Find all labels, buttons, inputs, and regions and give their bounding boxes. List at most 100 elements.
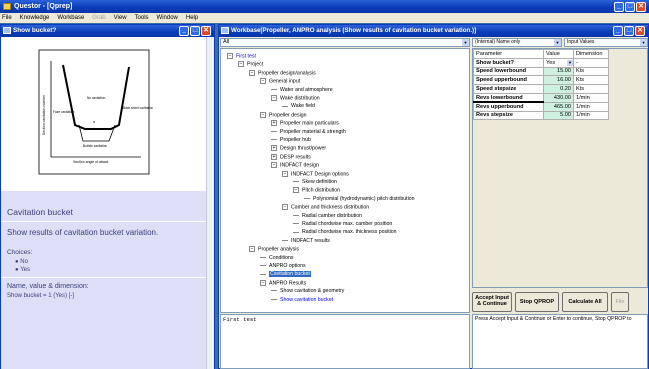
tree-node[interactable]: − Propeller design [260,111,307,119]
tree-node[interactable]: − Project [238,61,263,68]
collapse-icon[interactable]: − [260,279,266,286]
param-row: Speed stepsize 0.20 Kts [473,84,609,94]
tree-node-label: INDFACT results [291,237,330,244]
left-close-button[interactable]: ✕ [201,26,211,36]
filter-select[interactable]: All ▼ [220,38,470,47]
tree-node-label: INDFACT Design options [291,170,349,177]
tree-node[interactable]: Cavitation bucket [260,271,311,278]
collapse-icon[interactable]: − [249,69,255,76]
maximize-button[interactable]: □ [625,2,635,12]
collapse-icon[interactable]: − [282,204,288,211]
expand-icon[interactable]: + [271,120,277,127]
tree-node[interactable]: − ANPRO Results [260,279,306,286]
name-filter-select[interactable]: (Internal) Name only ▼ [472,38,562,47]
minimize-button[interactable]: _ [614,2,624,12]
tree-node[interactable]: − INDFACT design [271,162,319,169]
tree-node[interactable]: − Camber and thickness distribution [282,204,369,211]
input-text-field[interactable]: First test [220,314,470,369]
expand-icon[interactable]: + [271,145,277,152]
tree-node[interactable]: Radial chordwise max. camber position [293,221,392,227]
param-value[interactable]: 465.00 [543,101,574,112]
file-button[interactable]: File [611,292,629,312]
tree-node[interactable]: Show cavitation bucket [271,297,333,303]
tree-node[interactable]: Polynomial (hydrodynamic) pitch distribu… [304,196,415,202]
tree-node[interactable]: − INDFACT Design options [282,170,349,177]
param-value[interactable]: Yes ▼ [543,57,574,68]
accept-input-button[interactable]: Accept Input & Continue [472,292,512,312]
menu-item-grab[interactable]: Grab [92,15,105,21]
tree-node[interactable]: + DESP results [271,153,311,160]
tree-node[interactable]: − Wake distribution [271,95,320,101]
tree-node[interactable]: ANPRO options [260,263,306,269]
right-close-button[interactable]: ✕ [635,26,645,36]
param-value[interactable]: 15.00 [543,66,574,77]
menu-item-file[interactable]: File [2,15,12,21]
param-value[interactable]: 430.00 [543,92,574,103]
collapse-icon[interactable]: − [227,53,233,59]
left-minimize-button[interactable]: _ [179,26,189,36]
left-scrollbar[interactable] [206,37,214,369]
diagram-area: Section cavitation number Section angle … [1,37,206,191]
param-dimension: 1/min [573,110,609,121]
collapse-icon[interactable]: − [271,162,277,169]
left-maximize-button[interactable]: □ [190,26,200,36]
tree-node-label: Propeller design [269,112,307,119]
tree-node[interactable]: Conditions [260,255,294,261]
menu-item-tools[interactable]: Tools [135,15,149,21]
param-row: Revs upperbound 465.00 1/min [473,101,609,112]
menu-item-help[interactable]: Help [186,15,198,21]
collapse-icon[interactable]: − [260,111,266,118]
collapse-icon[interactable]: − [260,78,266,85]
tree-node[interactable]: Show cavitation & geometry [271,288,344,294]
tree-node[interactable]: Propeller hub [271,137,311,143]
header-parameter: Parameter [473,49,544,59]
choice-no[interactable]: ● No [15,259,28,265]
filter-value: All [223,39,230,45]
menu-item-window[interactable]: Window [157,15,178,21]
right-maximize-button[interactable]: □ [624,26,634,36]
expand-icon[interactable]: + [271,153,277,160]
tree-node[interactable]: − Pitch distribution [293,187,340,194]
value-filter-select[interactable]: Input Values ▼ [564,38,648,47]
chevron-down-icon[interactable]: ▼ [640,39,647,46]
param-value[interactable]: 5.00 [543,110,574,121]
collapse-icon[interactable]: − [271,95,277,101]
tree-node[interactable]: − First test [227,53,256,59]
tree-node[interactable]: + Propeller main particulars [271,120,339,127]
chevron-down-icon[interactable]: ▼ [567,59,573,66]
menu-item-view[interactable]: View [114,15,127,21]
tree-node[interactable]: − Propeller design/analysis [249,69,316,76]
close-button[interactable]: ✕ [636,2,646,12]
calculate-all-button[interactable]: Calculate All [562,292,608,312]
collapse-icon[interactable]: − [249,246,255,253]
tree-node[interactable]: + Design thrust/power [271,145,326,152]
tree-node[interactable]: − Propeller analysis [249,246,299,253]
app-title-bar: Questor - [Qprep] _ □ ✕ [0,0,649,13]
stop-qprop-button[interactable]: Stop QPROP [515,292,559,312]
right-minimize-button[interactable]: _ [613,26,623,36]
grid-header: Parameter Value Dimension [473,49,609,59]
param-value[interactable]: 0.20 [543,84,574,94]
menu-item-knowledge[interactable]: Knowledge [20,15,50,21]
header-dimension: Dimension [573,49,609,59]
chevron-down-icon[interactable]: ▼ [462,39,469,46]
tree-node[interactable]: Propeller material & strength [271,129,346,135]
tree-node[interactable]: Water and atmosphere [271,87,333,93]
param-name: Show bucket? [473,57,544,68]
menu-item-workbase[interactable]: Workbase [57,15,84,21]
tree-node[interactable]: Radial chordwise max. thickness position [293,229,397,235]
tree-node-label: Conditions [269,254,294,261]
tree-node[interactable]: Skew definition [293,179,337,185]
chevron-down-icon[interactable]: ▼ [554,39,561,46]
param-value[interactable]: 16.00 [543,75,574,86]
collapse-icon[interactable]: − [238,61,244,68]
tree-node-label: Water and atmosphere [280,86,333,93]
tree-node[interactable]: Wake field [282,103,315,109]
tree-node-label: Wake field [291,103,316,110]
collapse-icon[interactable]: − [293,187,299,194]
tree-node[interactable]: − General input [260,78,300,85]
choice-yes[interactable]: ● Yes [15,267,30,273]
tree-node[interactable]: INDFACT results [282,238,330,244]
tree-node[interactable]: Radial camber distribution [293,213,362,219]
collapse-icon[interactable]: − [282,170,288,177]
